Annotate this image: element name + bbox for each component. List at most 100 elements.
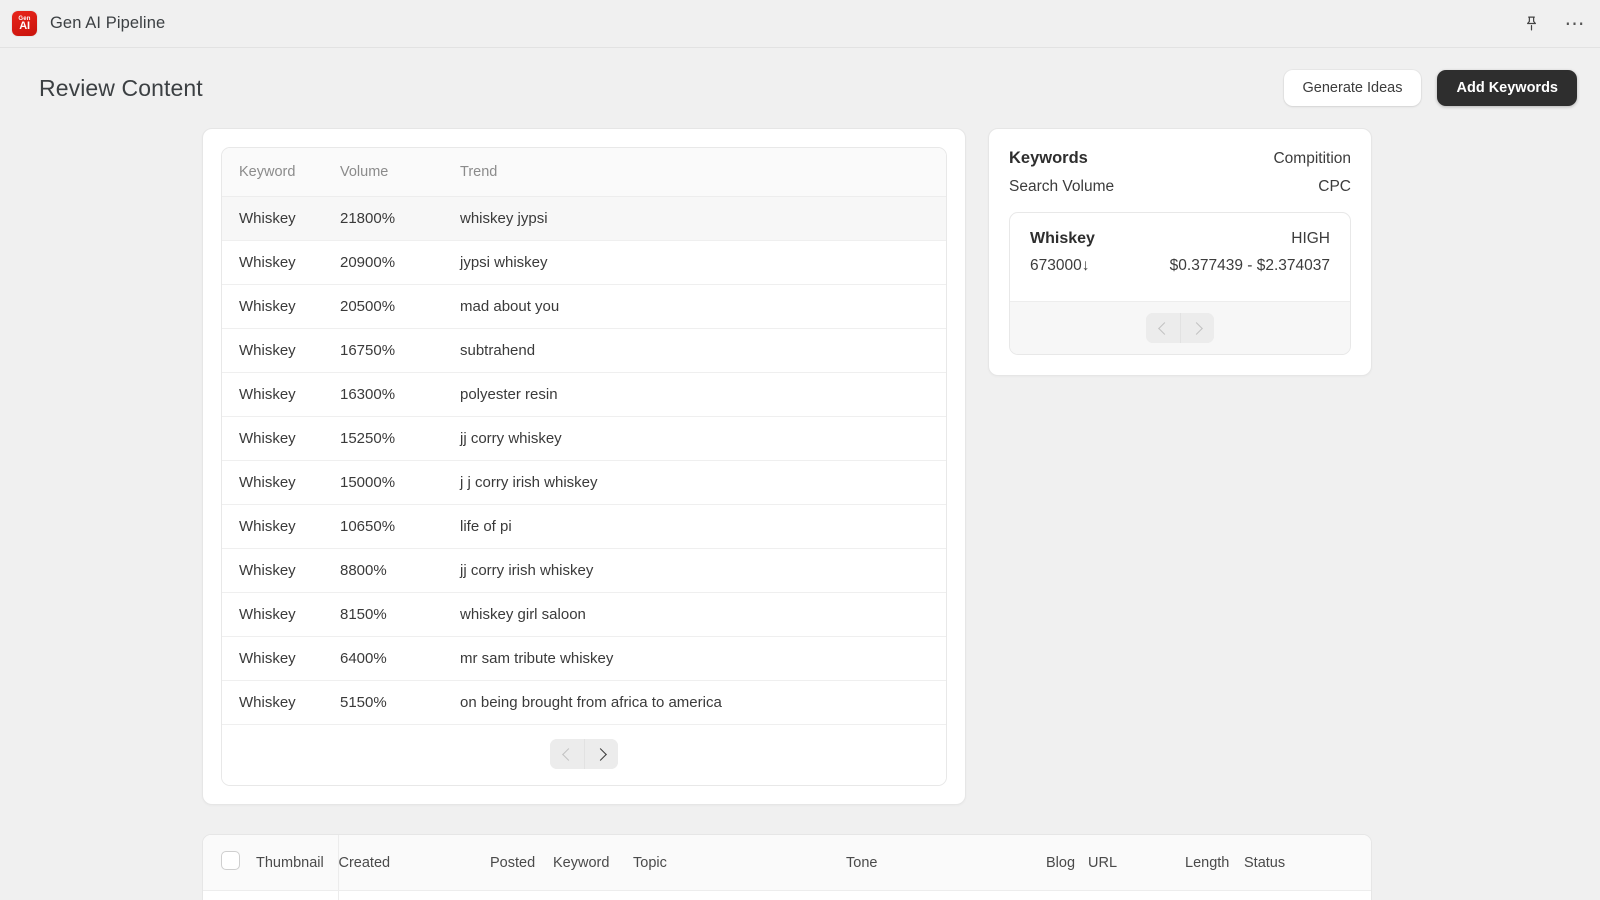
table-row[interactable]: Whiskey 20900% jypsi whiskey	[222, 240, 946, 285]
table-row[interactable]: Whiskey 8150% whiskey girl saloon	[222, 592, 946, 637]
pushpin-icon[interactable]	[1520, 13, 1542, 35]
chevron-left-icon[interactable]	[1146, 313, 1180, 343]
column-header-keyword[interactable]: Keyword	[222, 148, 340, 197]
app-title: Gen AI Pipeline	[50, 14, 166, 32]
table-row[interactable]: Whiskey 5150% on being brought from africa…	[222, 680, 946, 725]
chevron-right-icon[interactable]	[1180, 313, 1214, 343]
select-all-header	[203, 835, 256, 891]
cell-trend: jj corry whiskey	[460, 416, 946, 461]
keyword-card[interactable]: Whiskey HIGH 673000↓ $0.377439 - $2.3740…	[1009, 212, 1351, 355]
cell-trend: on being brought from africa to america	[460, 680, 946, 725]
cell-created: Wed Apr 03 2024	[338, 891, 490, 900]
cell-keyword: Whiskey	[222, 460, 340, 505]
main-content: Keyword Volume Trend Whiskey 21800% whiske…	[0, 128, 1600, 900]
keywords-panel-header: Keywords Compitition	[1009, 149, 1351, 168]
table-row[interactable]: Whiskey 20500% mad about you	[222, 284, 946, 329]
cell-topic: What is andalusia whiskey	[633, 891, 846, 900]
column-header-blog[interactable]: Blog	[1046, 835, 1088, 891]
row-select-cell	[203, 891, 256, 900]
table-row[interactable]: Whiskey 6400% mr sam tribute whiskey	[222, 636, 946, 681]
page-header-actions: Generate Ideas Add Keywords	[1283, 70, 1577, 106]
trends-header-row: Keyword Volume Trend	[222, 148, 946, 197]
top-row: Keyword Volume Trend Whiskey 21800% whiske…	[0, 128, 1600, 805]
more-horizontal-icon[interactable]: ⋯	[1564, 13, 1586, 35]
cell-volume: 6400%	[340, 636, 460, 681]
column-header-status[interactable]: Status	[1244, 835, 1371, 891]
cell-keyword: Whiskey	[222, 416, 340, 461]
column-header-topic[interactable]: Topic	[633, 835, 846, 891]
content-header-row: Thumbnail Created Posted Keyword Topic T…	[203, 835, 1371, 891]
cell-keyword: Whiskey	[222, 636, 340, 681]
table-row[interactable]: Whiskey 15250% jj corry whiskey	[222, 416, 946, 461]
cell-volume: 15250%	[340, 416, 460, 461]
cell-keyword: Whiskey	[222, 284, 340, 329]
column-header-tone[interactable]: Tone	[846, 835, 1046, 891]
table-row[interactable]: Whiskey 8800% jj corry irish whiskey	[222, 548, 946, 593]
column-header-posted[interactable]: Posted	[490, 835, 553, 891]
keyword-search-volume-value: 673000↓	[1030, 257, 1090, 274]
trends-pagination	[222, 725, 946, 785]
cell-keyword: Whiskey	[222, 240, 340, 285]
keywords-panel-title: Keywords	[1009, 149, 1088, 167]
column-header-url[interactable]: URL	[1088, 835, 1185, 891]
table-row[interactable]: Whiskey 16300% polyester resin	[222, 372, 946, 417]
keyword-card-values: 673000↓ $0.377439 - $2.374037	[1030, 257, 1330, 275]
column-header-keyword[interactable]: Keyword	[553, 835, 633, 891]
chevron-right-icon[interactable]	[584, 739, 618, 769]
page-title: Review Content	[39, 74, 203, 101]
page-header: Review Content Generate Ideas Add Keywor…	[0, 48, 1600, 128]
cell-keyword: Whiskey	[222, 680, 340, 725]
cell-keyword: Whiskey	[222, 592, 340, 637]
chevron-left-icon[interactable]	[550, 739, 584, 769]
content-table-head: Thumbnail Created Posted Keyword Topic T…	[203, 835, 1371, 891]
cell-keyword: Whiskey	[222, 504, 340, 549]
content-table-body: Wed Apr 03 2024 Whiskey What is andalusi…	[203, 890, 1371, 900]
search-volume-label: Search Volume	[1009, 178, 1115, 195]
add-keywords-button[interactable]: Add Keywords	[1437, 70, 1577, 106]
cpc-label: CPC	[1318, 178, 1351, 195]
cell-keyword: Whiskey	[222, 328, 340, 373]
keyword-card-top: Whiskey HIGH	[1030, 230, 1330, 248]
cell-volume: 20900%	[340, 240, 460, 285]
cell-url: genCon.url	[1088, 891, 1185, 900]
competition-label: Compitition	[1273, 150, 1351, 167]
column-header-trend[interactable]: Trend	[460, 148, 946, 197]
keywords-panel: Keywords Compitition Search Volume CPC W…	[988, 128, 1372, 376]
keywords-pagination	[1010, 301, 1350, 354]
table-row[interactable]: Whiskey 10650% life of pi	[222, 504, 946, 549]
cell-keyword: Whiskey	[222, 548, 340, 593]
trends-pagination-group	[550, 739, 618, 769]
cell-posted	[490, 891, 553, 900]
table-row[interactable]: Whiskey 16750% subtrahend	[222, 328, 946, 373]
table-row[interactable]: Whiskey 15000% j j corry irish whiskey	[222, 460, 946, 505]
trends-table-head: Keyword Volume Trend	[222, 148, 946, 197]
select-all-checkbox[interactable]	[221, 851, 240, 870]
trends-table-body: Whiskey 21800% whiskey jypsi Whiskey 20900%…	[222, 196, 946, 725]
trends-card: Keyword Volume Trend Whiskey 21800% whiske…	[202, 128, 966, 805]
keyword-name: Whiskey	[1030, 230, 1095, 247]
keywords-pagination-group	[1146, 313, 1214, 343]
table-row[interactable]: Whiskey 21800% whiskey jypsi	[222, 196, 946, 241]
keywords-panel-subheader: Search Volume CPC	[1009, 178, 1351, 196]
cell-trend: polyester resin	[460, 372, 946, 417]
cell-volume: 20500%	[340, 284, 460, 329]
keyword-card-body: Whiskey HIGH 673000↓ $0.377439 - $2.3740…	[1010, 213, 1350, 301]
trends-table-container: Keyword Volume Trend Whiskey 21800% whiske…	[221, 147, 947, 786]
column-header-thumbnail[interactable]: Thumbnail	[256, 835, 339, 891]
cell-keyword: Whiskey	[553, 891, 633, 900]
generate-ideas-button[interactable]: Generate Ideas	[1283, 70, 1422, 106]
column-header-created[interactable]: Created	[338, 835, 490, 891]
column-header-volume[interactable]: Volume	[340, 148, 460, 197]
cell-volume: 21800%	[340, 196, 460, 241]
cell-thumbnail	[256, 890, 339, 900]
table-row[interactable]: Wed Apr 03 2024 Whiskey What is andalusi…	[203, 890, 1371, 900]
cell-volume: 15000%	[340, 460, 460, 505]
cell-status: Generating	[1244, 891, 1371, 900]
cell-keyword: Whiskey	[222, 196, 340, 241]
cell-blog: News	[1046, 891, 1088, 900]
cell-trend: subtrahend	[460, 328, 946, 373]
column-header-length[interactable]: Length	[1185, 835, 1244, 891]
cell-trend: j j corry irish whiskey	[460, 460, 946, 505]
content-table-container: Thumbnail Created Posted Keyword Topic T…	[202, 834, 1372, 900]
logo-line-2: AI	[19, 19, 30, 32]
